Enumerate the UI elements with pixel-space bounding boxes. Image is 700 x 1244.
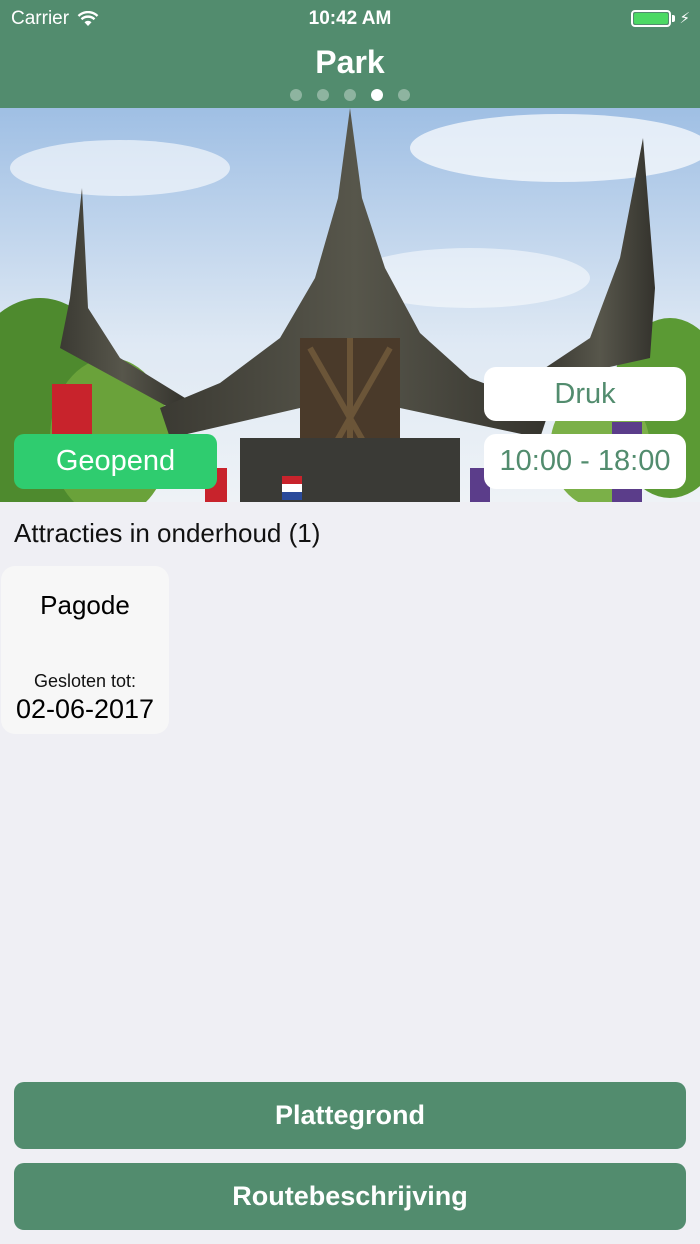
attraction-name: Pagode <box>40 590 130 620</box>
directions-button[interactable]: Routebeschrijving <box>14 1163 686 1230</box>
crowd-level-badge: Druk <box>484 367 686 421</box>
page-indicator[interactable] <box>0 89 700 101</box>
page-dot-1[interactable] <box>290 89 302 101</box>
maintenance-section-title: Attracties in onderhoud (1) <box>14 518 321 548</box>
page-title: Park <box>315 44 385 80</box>
maintenance-attraction-card[interactable]: Pagode Gesloten tot: 02-06-2017 <box>1 566 169 734</box>
page-dot-2[interactable] <box>317 89 329 101</box>
map-button[interactable]: Plattegrond <box>14 1082 686 1149</box>
page-dot-3[interactable] <box>344 89 356 101</box>
status-bar: Carrier 10:42 AM ⚡ <box>0 0 700 36</box>
status-time: 10:42 AM <box>308 8 392 29</box>
page-dot-4[interactable] <box>371 89 383 101</box>
opening-hours-badge: 10:00 - 18:00 <box>484 434 686 489</box>
navigation-header: Carrier 10:42 AM ⚡ Park <box>0 0 700 108</box>
page-dot-5[interactable] <box>398 89 410 101</box>
closed-until-date: 02-06-2017 <box>15 694 155 724</box>
battery-indicator: ⚡ <box>631 9 690 27</box>
closed-until-label: Gesloten tot: <box>33 671 137 691</box>
park-open-status-badge: Geopend <box>14 434 217 489</box>
battery-icon <box>631 9 672 27</box>
charging-bolt-icon: ⚡ <box>679 10 690 27</box>
